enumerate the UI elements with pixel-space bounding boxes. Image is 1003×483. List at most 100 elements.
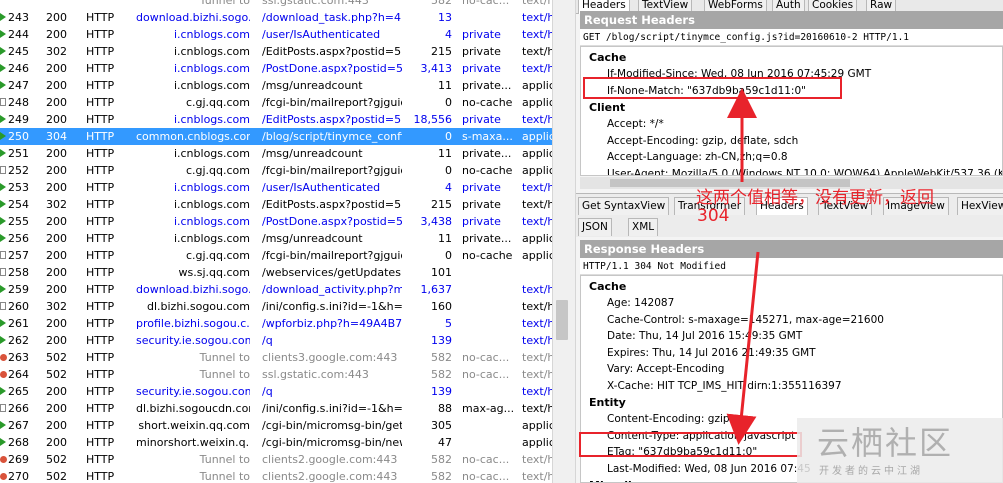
session-row[interactable]: 251 200 HTTP i.cnblogs.com/msg/unreadcount 1… <box>0 145 552 162</box>
session-list[interactable]: Tunnel to ssl.gstatic.com:443 582 no-cac… <box>0 0 552 483</box>
session-row[interactable]: 243 200 HTTP download.bizhi.sogo... /downloa… <box>0 9 552 26</box>
session-row[interactable]: 258 200 HTTP ws.sj.qq.com/webservices/getUp… <box>0 264 552 281</box>
session-caching: s-maxa... <box>462 130 513 143</box>
session-result: 200 <box>46 334 67 347</box>
session-row[interactable]: 254 302 HTTP i.cnblogs.com/EditPosts.aspx?p… <box>0 196 552 213</box>
session-number: 262 <box>8 334 29 347</box>
tab-response-hexview[interactable]: HexView <box>957 197 1003 215</box>
session-protocol: HTTP <box>86 45 115 58</box>
session-host: Tunnel to <box>199 0 250 7</box>
header-line[interactable]: Vary: Accept-Encoding <box>607 363 724 375</box>
session-caching: private <box>462 62 501 75</box>
session-url: /user/IsAuthenticated <box>262 28 381 41</box>
session-row[interactable]: 252 200 HTTP c.gj.qq.com/fcgi-bin/mailrepor… <box>0 162 552 179</box>
session-result: 200 <box>46 96 67 109</box>
session-host: i.cnblogs.com <box>173 147 250 160</box>
header-line[interactable]: Content-Encoding: gzip <box>607 413 730 425</box>
session-protocol: HTTP <box>86 113 115 126</box>
session-number: 245 <box>8 45 29 58</box>
session-caching: no-cac... <box>462 453 510 466</box>
session-row[interactable]: 260 302 HTTP dl.bizhi.sogou.com/ini/config.… <box>0 298 552 315</box>
session-protocol: HTTP <box>86 419 115 432</box>
session-number: 255 <box>8 215 29 228</box>
session-result: 502 <box>46 470 67 483</box>
session-row[interactable]: 264 502 HTTP Tunnel to ssl.gstatic.com:443 58… <box>0 366 552 383</box>
session-url: /cgi-bin/micromsg-bin/new... <box>262 436 402 449</box>
header-group-cache[interactable]: Cache <box>589 280 626 293</box>
session-protocol: HTTP <box>86 147 115 160</box>
session-caching: private <box>462 198 501 211</box>
annotation-box-if-none-match <box>583 77 842 99</box>
session-row[interactable]: 261 200 HTTP profile.bizhi.sogou.c... /wpfor… <box>0 315 552 332</box>
session-row[interactable]: 270 502 HTTP Tunnel to clients2.google.com:4… <box>0 468 552 483</box>
header-line[interactable]: Accept-Encoding: gzip, deflate, sdch <box>607 135 798 147</box>
session-host: Tunnel to <box>199 351 250 364</box>
session-url: /user/IsAuthenticated <box>262 181 381 194</box>
session-row[interactable]: 259 200 HTTP download.bizhi.sogo... /downloa… <box>0 281 552 298</box>
session-row[interactable]: 265 200 HTTP security.ie.sogou.com/q 139 text… <box>0 383 552 400</box>
header-line[interactable]: Last-Modified: Wed, 08 Jun 2016 07:45 <box>607 463 811 475</box>
document-icon <box>0 400 8 417</box>
header-line[interactable]: Date: Thu, 14 Jul 2016 15:49:35 GMT <box>607 330 802 342</box>
header-group-cache[interactable]: Cache <box>589 51 626 64</box>
header-line[interactable]: User-Agent: Mozilla/5.0 (Windows NT 10.0… <box>607 168 1002 176</box>
session-list-scrollbar-thumb[interactable] <box>556 300 568 340</box>
session-row[interactable]: 263 502 HTTP Tunnel to clients3.google.com:4… <box>0 349 552 366</box>
header-line[interactable]: Accept: */* <box>607 118 664 130</box>
tab-response-xml[interactable]: XML <box>628 218 659 236</box>
session-row[interactable]: 253 200 HTTP i.cnblogs.com/user/IsAuthentic… <box>0 179 552 196</box>
session-number: 252 <box>8 164 29 177</box>
session-url: /PostDone.aspx?postid=5... <box>262 62 402 75</box>
session-protocol: HTTP <box>86 181 115 194</box>
session-row[interactable]: 245 302 HTTP i.cnblogs.com/EditPosts.aspx?p… <box>0 43 552 60</box>
session-result: 200 <box>46 215 67 228</box>
session-row[interactable]: 255 200 HTTP i.cnblogs.com/PostDone.aspx?po… <box>0 213 552 230</box>
session-row[interactable]: 247 200 HTTP i.cnblogs.com/msg/unreadcount 1… <box>0 77 552 94</box>
play-arrow-icon <box>0 128 8 145</box>
session-row[interactable]: 244 200 HTTP i.cnblogs.com/user/IsAuthentic… <box>0 26 552 43</box>
session-url: /fcgi-bin/mailreport?gjguid... <box>262 164 402 177</box>
session-row[interactable]: 257 200 HTTP c.gj.qq.com/fcgi-bin/mailrepor… <box>0 247 552 264</box>
header-group-miscellaneous[interactable]: Miscellaneous <box>589 479 676 482</box>
annotation-304: 304 <box>697 206 730 226</box>
session-row[interactable]: 269 502 HTTP Tunnel to clients2.google.com:4… <box>0 451 552 468</box>
play-arrow-icon <box>0 9 8 26</box>
session-row[interactable]: 266 200 HTTP dl.bizhi.sogoucdn.com/ini/conf… <box>0 400 552 417</box>
session-body: 1,637 <box>420 283 453 296</box>
session-content-type: text/h <box>522 317 552 330</box>
session-row[interactable]: 246 200 HTTP i.cnblogs.com/PostDone.aspx?po… <box>0 60 552 77</box>
header-group-client[interactable]: Client <box>589 101 625 114</box>
session-number: 267 <box>8 419 29 432</box>
error-icon <box>0 451 8 468</box>
session-url: /blog/script/tinymce_confi... <box>262 130 402 143</box>
tab-response-json[interactable]: JSON <box>578 218 612 236</box>
header-line[interactable]: Cache-Control: s-maxage=145271, max-age=… <box>607 314 884 326</box>
vertical-splitter[interactable] <box>552 0 576 483</box>
header-line[interactable]: Accept-Language: zh-CN,zh;q=0.8 <box>607 151 788 163</box>
session-body: 0 <box>445 164 452 177</box>
header-line[interactable]: Expires: Thu, 14 Jul 2016 21:49:35 GMT <box>607 347 816 359</box>
session-row[interactable]: 262 200 HTTP security.ie.sogou.com/q 139 text… <box>0 332 552 349</box>
header-line[interactable]: X-Cache: HIT TCP_IMS_HIT dirn:1:35511639… <box>607 380 842 392</box>
session-protocol: HTTP <box>86 402 115 415</box>
tab-response-syntaxview[interactable]: Get SyntaxView <box>578 197 670 215</box>
session-row[interactable]: 248 200 HTTP c.gj.qq.com/fcgi-bin/mailrepor… <box>0 94 552 111</box>
session-row-partial[interactable]: Tunnel to ssl.gstatic.com:443 582 no-cac… <box>0 0 552 9</box>
session-row[interactable]: 250 304 HTTP common.cnblogs.com/blog/script… <box>0 128 552 145</box>
session-body: 582 <box>431 453 452 466</box>
session-number: 248 <box>8 96 29 109</box>
session-host: download.bizhi.sogo... <box>136 283 250 296</box>
session-number: 261 <box>8 317 29 330</box>
request-headers-pane[interactable]: Cache If-Modified-Since: Wed, 08 Jun 2016… <box>580 46 1003 176</box>
header-group-entity[interactable]: Entity <box>589 396 626 409</box>
play-arrow-icon <box>0 26 8 43</box>
session-number: 257 <box>8 249 29 262</box>
session-row[interactable]: 249 200 HTTP i.cnblogs.com/EditPosts.aspx?p… <box>0 111 552 128</box>
play-arrow-icon <box>0 213 8 230</box>
session-row[interactable]: 267 200 HTTP short.weixin.qq.com/cgi-bin/mi… <box>0 417 552 434</box>
session-url: /ini/config.s.ini?id=-1&h=... <box>262 402 402 415</box>
header-line[interactable]: Age: 142087 <box>607 297 674 309</box>
session-row[interactable]: 256 200 HTTP i.cnblogs.com/msg/unreadcount 1… <box>0 230 552 247</box>
session-number: 260 <box>8 300 29 313</box>
session-row[interactable]: 268 200 HTTP minorshort.weixin.q... /cgi-bin… <box>0 434 552 451</box>
